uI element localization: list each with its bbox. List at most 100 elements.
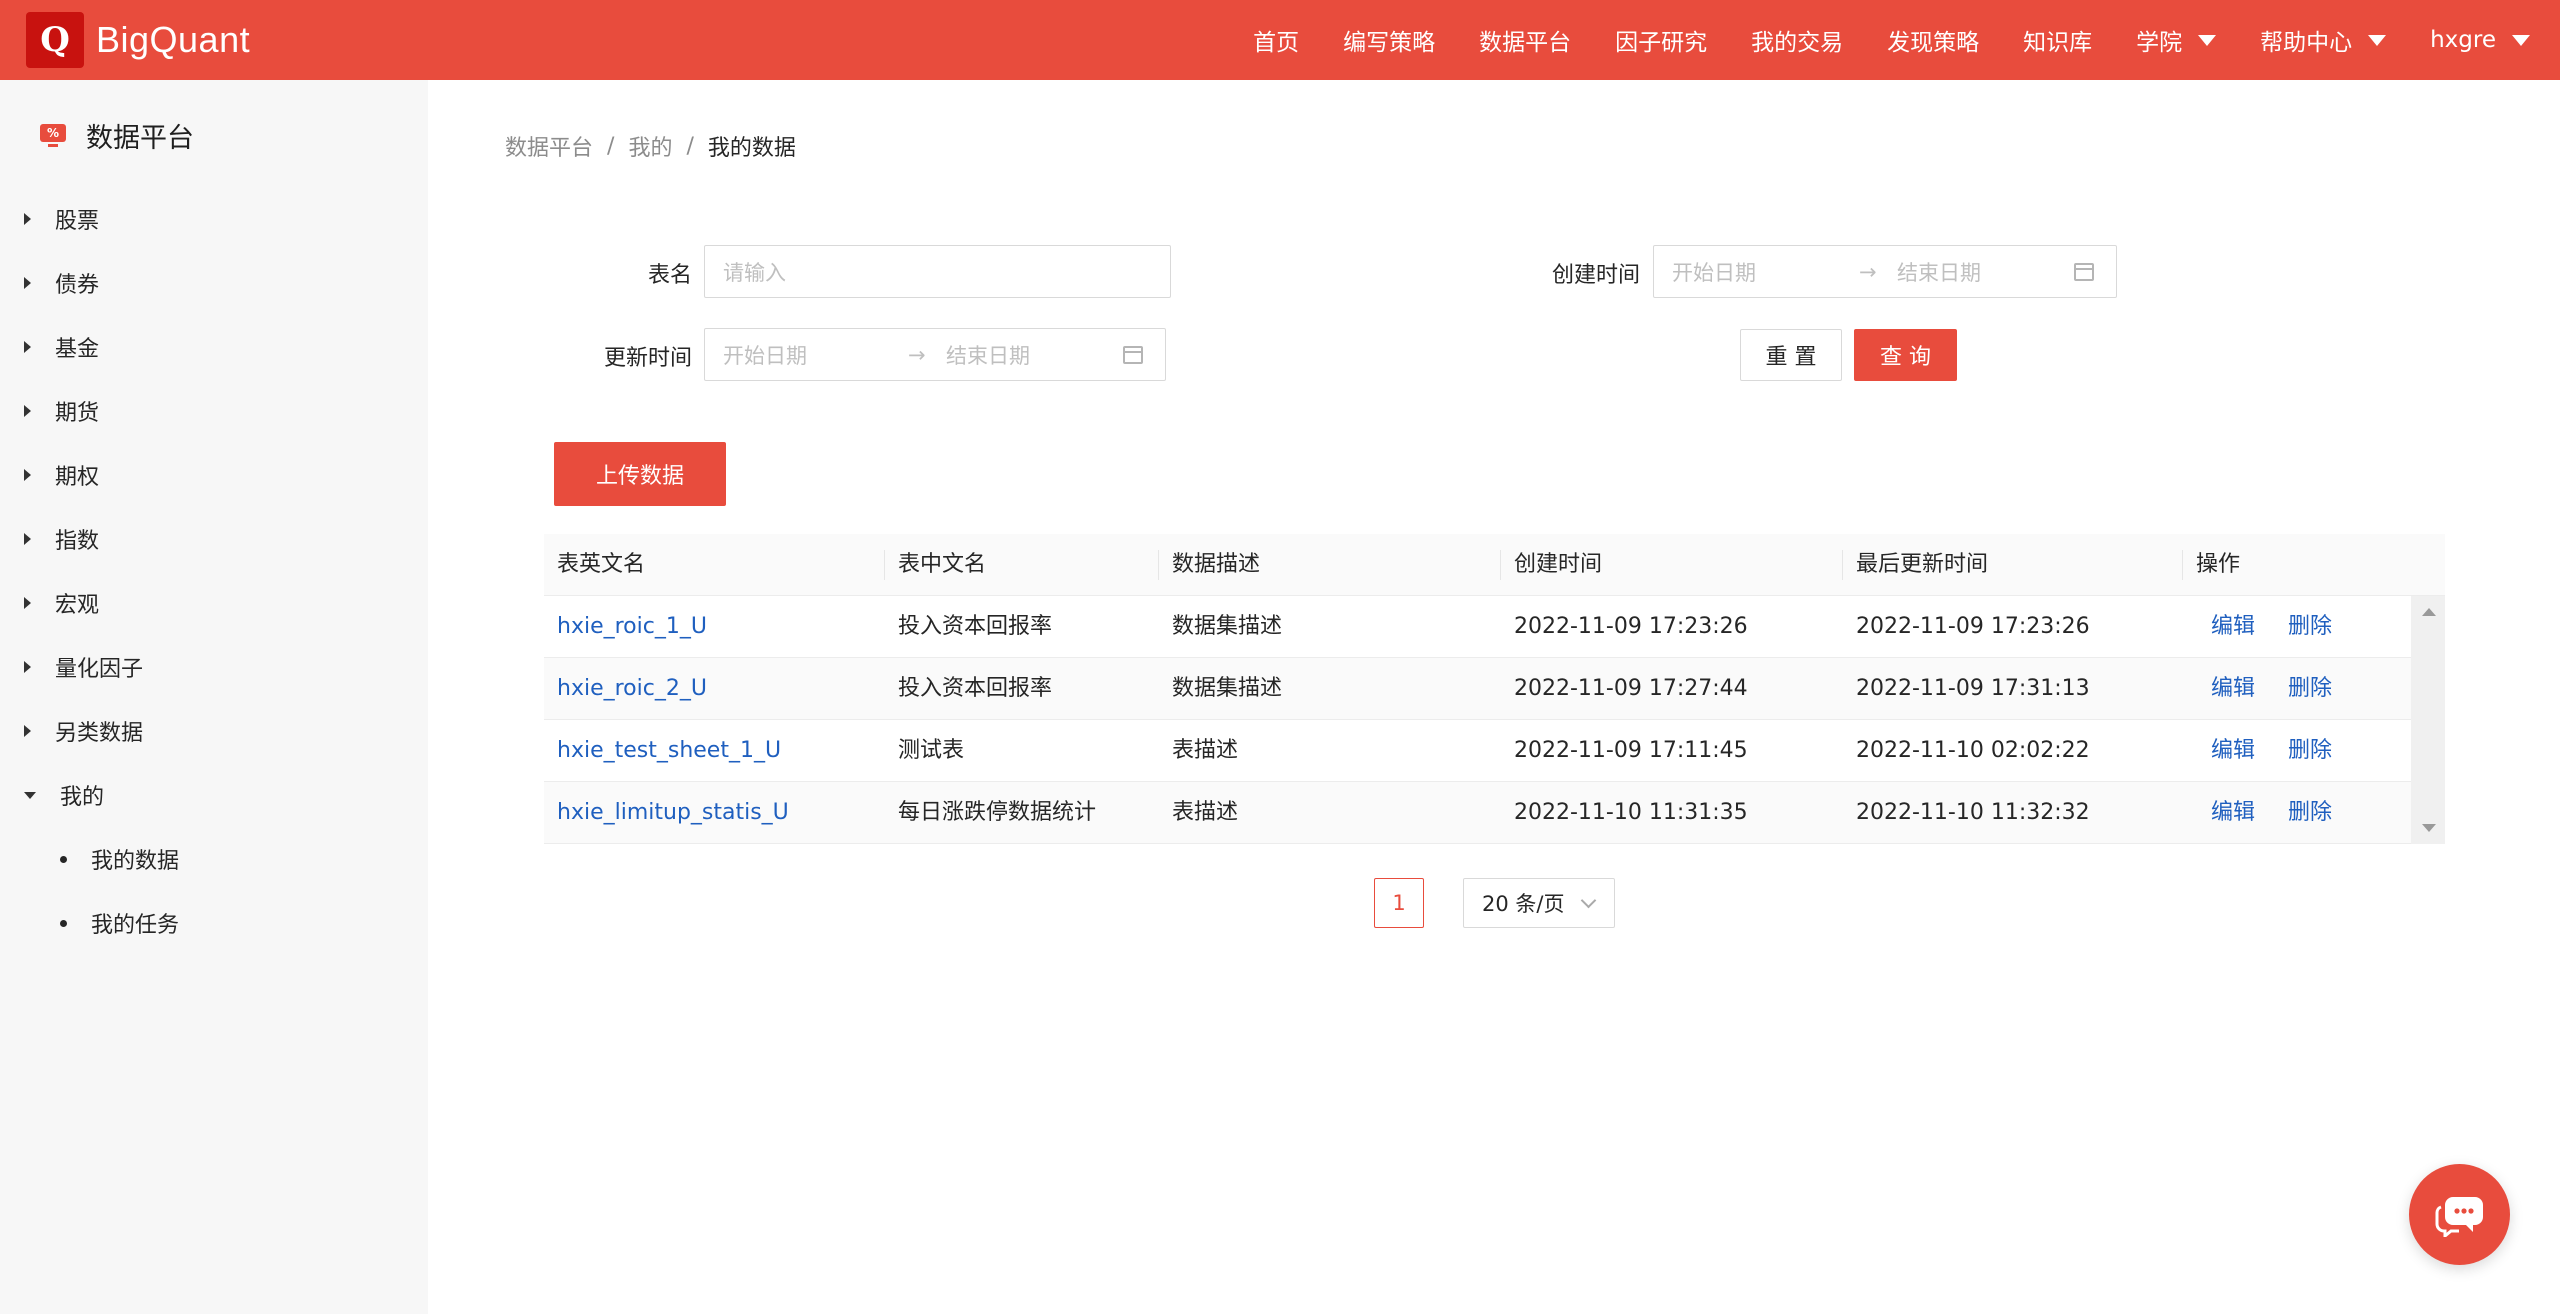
username: hxgre: [2430, 27, 2496, 53]
sidebar-item-macro[interactable]: 宏观: [24, 587, 99, 619]
caret-right-icon: [24, 405, 31, 417]
table-row: hxie_roic_2_U 投入资本回报率 数据集描述 2022-11-09 1…: [544, 658, 2411, 720]
page-number-button[interactable]: 1: [1374, 878, 1424, 928]
sidebar-title: % 数据平台: [40, 116, 194, 155]
nav-knowledge-base[interactable]: 知识库: [2023, 23, 2092, 57]
sidebar-item-stocks[interactable]: 股票: [24, 203, 99, 235]
edit-button[interactable]: 编辑: [2198, 720, 2255, 782]
table-name-label: 表名: [647, 263, 692, 288]
table-created: 2022-11-10 11:31:35: [1514, 800, 1748, 825]
column-header-cn-name: 表中文名: [898, 552, 987, 577]
sidebar-title-text: 数据平台: [86, 123, 194, 154]
nav-home[interactable]: 首页: [1253, 23, 1299, 57]
breadcrumb-item[interactable]: 数据平台: [505, 130, 593, 162]
sidebar: % 数据平台 股票 债券 基金 期货 期权 指数 宏观 量化因子 另类数据 我的…: [0, 80, 428, 1314]
caret-right-icon: [24, 533, 31, 545]
sidebar-subitem-my-tasks[interactable]: 我的任务: [60, 907, 179, 939]
delete-button[interactable]: 删除: [2275, 720, 2332, 782]
breadcrumb-separator: /: [607, 133, 615, 159]
sidebar-item-bonds[interactable]: 债券: [24, 267, 99, 299]
edit-button[interactable]: 编辑: [2198, 658, 2255, 720]
caret-right-icon: [24, 661, 31, 673]
sidebar-item-options[interactable]: 期权: [24, 459, 99, 491]
delete-button[interactable]: 删除: [2275, 596, 2332, 658]
chat-support-button[interactable]: [2409, 1164, 2510, 1265]
logo[interactable]: Q BigQuant: [26, 12, 250, 68]
bullet-icon: [60, 855, 67, 863]
sidebar-item-funds[interactable]: 基金: [24, 331, 99, 363]
caret-right-icon: [24, 725, 31, 737]
page-size-select[interactable]: 20 条/页: [1463, 878, 1615, 928]
table-en-name-link[interactable]: hxie_roic_2_U: [544, 658, 707, 720]
nav-factor-research[interactable]: 因子研究: [1615, 23, 1707, 57]
table-row: hxie_roic_1_U 投入资本回报率 数据集描述 2022-11-09 1…: [544, 596, 2411, 658]
table-en-name-link[interactable]: hxie_limitup_statis_U: [544, 782, 789, 844]
table-en-name-link[interactable]: hxie_test_sheet_1_U: [544, 720, 781, 782]
update-time-label: 更新时间: [603, 346, 692, 371]
update-end-date[interactable]: 结束日期: [946, 340, 1030, 370]
table-updated: 2022-11-09 17:31:13: [1856, 676, 2090, 701]
create-start-date[interactable]: 开始日期: [1672, 257, 1756, 287]
create-end-date[interactable]: 结束日期: [1897, 257, 1981, 287]
nav-data-platform[interactable]: 数据平台: [1479, 23, 1571, 57]
nav-help-center[interactable]: 帮助中心: [2260, 23, 2387, 57]
table-row: hxie_test_sheet_1_U 测试表 表描述 2022-11-09 1…: [544, 720, 2411, 782]
sidebar-item-label: 量化因子: [55, 657, 144, 682]
main-nav: 首页 编写策略 数据平台 因子研究 我的交易 发现策略 知识库 学院 帮助中心 …: [1209, 0, 2530, 80]
scroll-up-icon[interactable]: [2422, 608, 2436, 616]
sidebar-subitem-label: 我的数据: [91, 849, 180, 874]
edit-button[interactable]: 编辑: [2198, 596, 2255, 658]
sidebar-subitem-label: 我的任务: [91, 913, 180, 938]
caret-right-icon: [24, 597, 31, 609]
sidebar-item-label: 我的: [60, 785, 105, 810]
table-name-input[interactable]: 请输入: [704, 245, 1171, 298]
nav-academy[interactable]: 学院: [2136, 23, 2217, 57]
update-time-range[interactable]: 开始日期 → 结束日期: [704, 328, 1166, 381]
caret-right-icon: [24, 341, 31, 353]
column-header-created: 创建时间: [1514, 552, 1603, 577]
upload-data-button[interactable]: 上传数据: [554, 442, 726, 506]
table-en-name-link[interactable]: hxie_roic_1_U: [544, 596, 707, 658]
sidebar-item-mine[interactable]: 我的: [24, 779, 104, 811]
reset-button[interactable]: 重 置: [1740, 329, 1842, 381]
table-row: hxie_limitup_statis_U 每日涨跌停数据统计 表描述 2022…: [544, 782, 2411, 844]
sidebar-item-quant-factors[interactable]: 量化因子: [24, 651, 143, 683]
column-header-actions: 操作: [2196, 552, 2241, 577]
breadcrumb-item[interactable]: 我的: [628, 130, 672, 162]
delete-button[interactable]: 删除: [2275, 782, 2332, 844]
sidebar-item-label: 指数: [55, 529, 100, 554]
create-time-range[interactable]: 开始日期 → 结束日期: [1653, 245, 2117, 298]
update-start-date[interactable]: 开始日期: [723, 340, 807, 370]
query-button[interactable]: 查 询: [1854, 329, 1957, 381]
sidebar-item-alt-data[interactable]: 另类数据: [24, 715, 143, 747]
sidebar-item-label: 期货: [55, 401, 100, 426]
table-scrollbar[interactable]: [2411, 596, 2445, 844]
sidebar-item-label: 另类数据: [55, 721, 144, 746]
caret-right-icon: [24, 469, 31, 481]
nav-help-label: 帮助中心: [2260, 30, 2353, 56]
sidebar-subitem-my-data[interactable]: 我的数据: [60, 843, 179, 875]
nav-discover-strategy[interactable]: 发现策略: [1887, 23, 1979, 57]
table-created: 2022-11-09 17:27:44: [1514, 676, 1748, 701]
caret-down-icon: [2512, 34, 2530, 46]
user-menu[interactable]: hxgre: [2430, 27, 2530, 53]
edit-button[interactable]: 编辑: [2198, 782, 2255, 844]
page-size-value: 20 条/页: [1482, 892, 1565, 916]
scroll-down-icon[interactable]: [2422, 824, 2436, 832]
chat-bubble-icon: [2435, 1196, 2483, 1237]
sidebar-item-index[interactable]: 指数: [24, 523, 99, 555]
logo-mark: Q: [26, 12, 84, 68]
table-cn-name: 投入资本回报率: [898, 614, 1053, 639]
logo-text: BigQuant: [96, 19, 251, 60]
column-header-en-name: 表英文名: [557, 552, 646, 577]
delete-button[interactable]: 删除: [2275, 658, 2332, 720]
nav-write-strategy[interactable]: 编写策略: [1343, 23, 1435, 57]
table-cn-name: 投入资本回报率: [898, 676, 1053, 701]
percent-monitor-icon: %: [40, 123, 66, 148]
table-created: 2022-11-09 17:11:45: [1514, 738, 1748, 763]
top-navbar: Q BigQuant 首页 编写策略 数据平台 因子研究 我的交易 发现策略 知…: [0, 0, 2560, 80]
nav-my-trading[interactable]: 我的交易: [1751, 23, 1843, 57]
column-header-description: 数据描述: [1172, 552, 1261, 577]
breadcrumb-separator: /: [686, 133, 694, 159]
sidebar-item-futures[interactable]: 期货: [24, 395, 99, 427]
